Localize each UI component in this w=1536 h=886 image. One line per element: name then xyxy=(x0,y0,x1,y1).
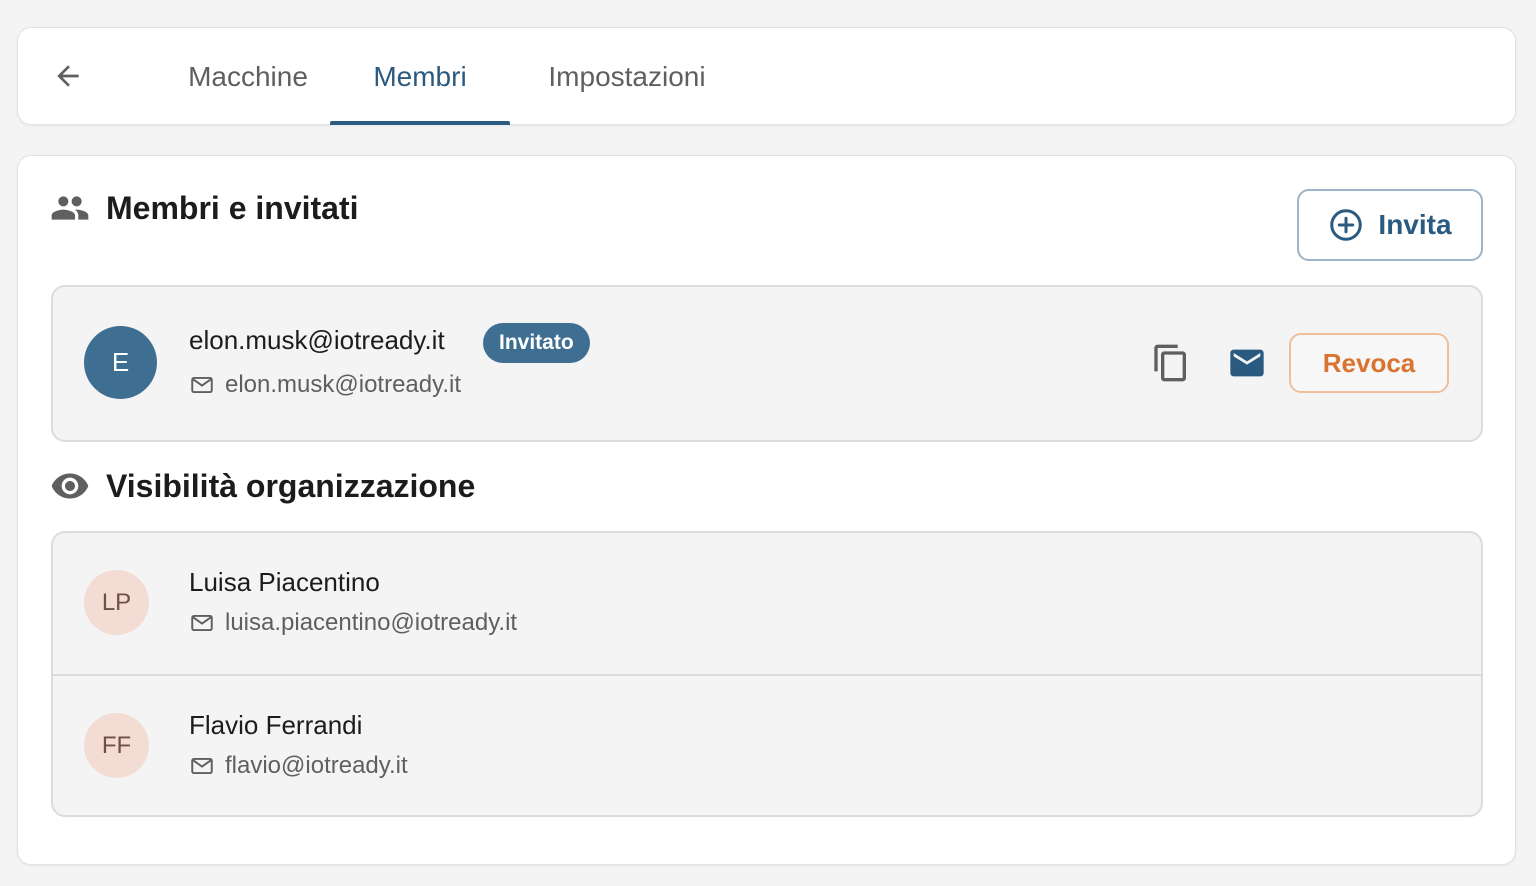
list-item: LP Luisa Piacentino luisa.piacentino@iot… xyxy=(53,533,1481,674)
back-button[interactable] xyxy=(48,56,88,96)
arrow-left-icon xyxy=(57,65,79,87)
member-name: Luisa Piacentino xyxy=(189,567,380,597)
list-item: E elon.musk@iotready.it Invitato elon.mu… xyxy=(53,287,1481,428)
tab-macchine[interactable]: Macchine xyxy=(148,28,348,125)
list-item: FF Flavio Ferrandi flavio@iotready.it xyxy=(53,674,1481,815)
members-card: Membri e invitati Invita E elon.musk@iot… xyxy=(17,155,1516,865)
invited-list: E elon.musk@iotready.it Invitato elon.mu… xyxy=(51,285,1483,442)
tab-membri[interactable]: Membri xyxy=(330,28,510,125)
top-navigation: Macchine Membri Impostazioni xyxy=(17,27,1516,125)
avatar: LP xyxy=(84,570,149,635)
member-email: luisa.piacentino@iotready.it xyxy=(189,609,517,637)
visibility-title-text: Visibilità organizzazione xyxy=(106,467,476,504)
member-email-text: luisa.piacentino@iotready.it xyxy=(225,609,518,636)
mail-outline-icon xyxy=(189,752,217,780)
resend-mail-button[interactable] xyxy=(1225,341,1269,385)
copy-button[interactable] xyxy=(1149,341,1193,385)
invited-email-text: elon.musk@iotready.it xyxy=(225,371,462,398)
members-title-text: Membri e invitati xyxy=(106,189,359,226)
member-email-text: flavio@iotready.it xyxy=(225,752,408,779)
plus-circle-icon xyxy=(1328,207,1364,243)
invite-button-label: Invita xyxy=(1378,209,1452,240)
mail-icon xyxy=(1230,349,1264,377)
invited-email: elon.musk@iotready.it xyxy=(189,371,461,399)
eye-icon xyxy=(50,466,90,506)
member-name: Flavio Ferrandi xyxy=(189,710,363,740)
invited-name: elon.musk@iotready.it xyxy=(189,325,445,355)
people-icon xyxy=(50,188,90,228)
invite-button[interactable]: Invita xyxy=(1297,189,1483,261)
members-section-title: Membri e invitati xyxy=(50,188,359,228)
mail-outline-icon xyxy=(189,609,217,637)
avatar: E xyxy=(84,326,157,399)
avatar: FF xyxy=(84,713,149,778)
revoke-button[interactable]: Revoca xyxy=(1289,333,1449,393)
status-badge: Invitato xyxy=(483,323,590,363)
mail-outline-icon xyxy=(189,371,217,399)
member-email: flavio@iotready.it xyxy=(189,752,408,780)
tab-impostazioni[interactable]: Impostazioni xyxy=(518,28,736,125)
copy-icon xyxy=(1154,344,1186,382)
organization-members-list: LP Luisa Piacentino luisa.piacentino@iot… xyxy=(51,531,1483,817)
visibility-section-title: Visibilità organizzazione xyxy=(50,466,475,506)
